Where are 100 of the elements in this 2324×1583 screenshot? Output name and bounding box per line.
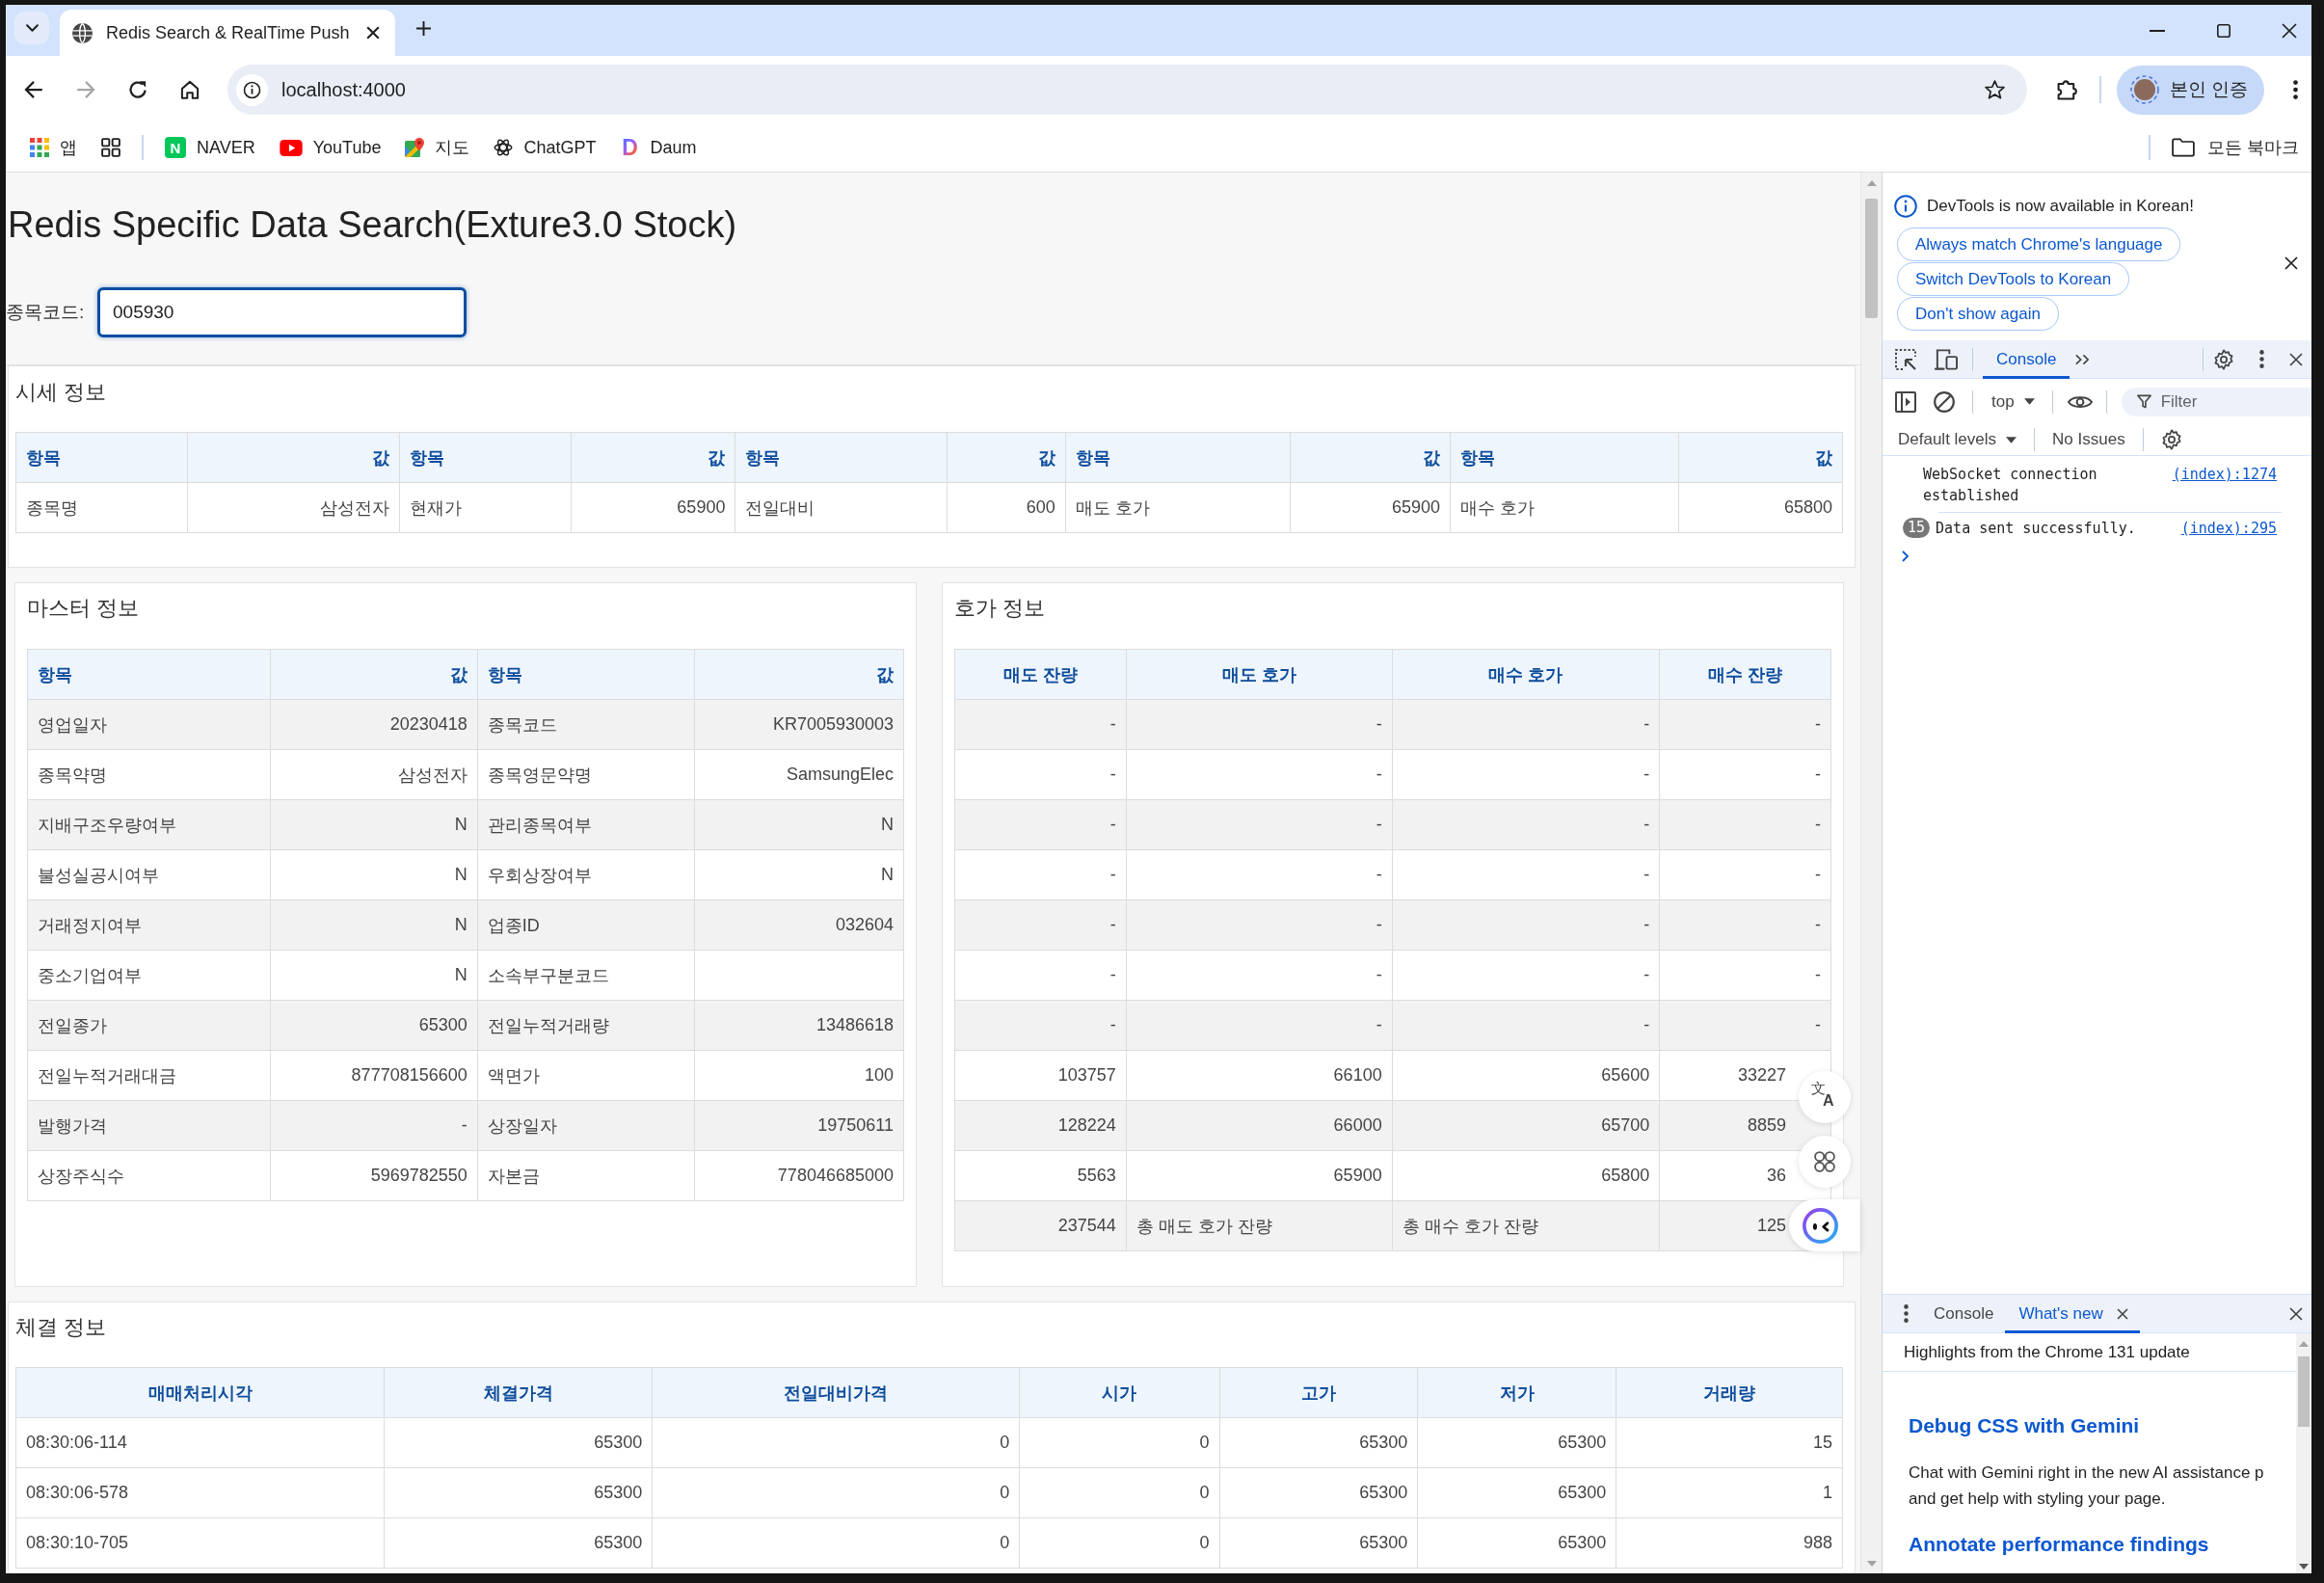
column-header: 항목 [27, 649, 271, 700]
scrollbar[interactable] [2296, 1333, 2311, 1573]
sidebar-toggle-icon[interactable] [1895, 390, 1916, 413]
mascot-face-icon [1803, 1207, 1838, 1244]
home-icon[interactable] [180, 80, 200, 99]
table-cell: - [954, 1000, 1127, 1051]
tab-search-button[interactable] [14, 11, 49, 44]
table-cell: - [1392, 950, 1660, 1001]
table-cell: 65900 [571, 482, 735, 533]
column-header: 매수 호가 [1392, 649, 1660, 700]
column-header: 매도 잔량 [954, 649, 1127, 700]
table-cell: 종목코드 [477, 699, 695, 750]
bookmark[interactable]: ChatGPT [494, 137, 597, 158]
table-cell: 매수 호가 [1450, 482, 1679, 533]
bookmark[interactable]: D Daum [620, 137, 697, 158]
settings-icon[interactable] [2160, 429, 2182, 450]
table-cell: 전일대비 [735, 482, 948, 533]
settings-icon[interactable] [2213, 348, 2234, 370]
chevron-right-icon[interactable] [1902, 550, 1909, 562]
table-cell: N [694, 849, 904, 900]
table-cell: - [954, 799, 1127, 850]
scrollbar[interactable] [1860, 173, 1882, 1573]
bookmark-folder[interactable]: 모든 북마크 [2172, 136, 2299, 159]
maximize-icon[interactable] [2217, 23, 2231, 38]
inspect-element-icon[interactable] [1895, 348, 1916, 370]
table-cell: 65300 [1219, 1517, 1418, 1569]
close-icon[interactable] [366, 26, 380, 40]
bookmark[interactable]: 앱 [30, 136, 77, 159]
more-icon[interactable] [2259, 350, 2264, 368]
table-cell: - [1392, 1000, 1660, 1051]
puzzle-piece-icon[interactable] [2055, 78, 2078, 101]
column-header: 고가 [1219, 1367, 1418, 1418]
table-cell: 5969782550 [270, 1150, 478, 1201]
close-icon[interactable] [2289, 1306, 2303, 1321]
table-cell: 종목약명 [27, 749, 271, 800]
browser-tab[interactable]: Redis Search & RealTime Push [60, 10, 395, 56]
column-header: 체결가격 [384, 1367, 653, 1418]
plus-icon[interactable] [416, 21, 431, 36]
device-toolbar-icon[interactable] [1934, 348, 1958, 370]
minimize-icon[interactable] [2150, 29, 2165, 32]
address-bar[interactable]: localhost:4000 [227, 65, 2027, 115]
table-cell: - [1392, 799, 1660, 850]
site-info-icon[interactable] [236, 73, 268, 106]
article-title[interactable]: Debug CSS with Gemini [1909, 1412, 2296, 1439]
drawer-tab[interactable]: Console [1920, 1294, 2006, 1333]
table-cell: - [1659, 1000, 1831, 1051]
scrollbar-thumb[interactable] [1865, 199, 1878, 318]
table-cell: 업종ID [477, 899, 695, 951]
bookmark[interactable]: N NAVER [165, 137, 255, 158]
drawer-tab[interactable]: What's new [2005, 1294, 2140, 1333]
levels-dropdown[interactable]: Default levels [1898, 430, 2017, 449]
back-arrow-icon[interactable] [24, 80, 43, 99]
table-cell: 13486618 [694, 1000, 904, 1051]
table-cell: 65600 [1392, 1050, 1660, 1101]
context-dropdown[interactable]: top [1991, 391, 2035, 412]
scrollbar-thumb[interactable] [2298, 1356, 2310, 1427]
table-cell: 5563 [954, 1150, 1127, 1201]
double-chevron-icon[interactable] [2075, 353, 2091, 365]
section-title: 호가 정보 [954, 595, 1047, 622]
table-cell: 600 [947, 482, 1066, 533]
table-cell: 08:30:06-578 [15, 1467, 385, 1518]
filter-field[interactable]: Filter [2121, 387, 2311, 416]
assistant-tab[interactable] [1789, 1199, 1860, 1251]
table-cell: 103757 [954, 1050, 1127, 1101]
column-header: 값 [1290, 432, 1451, 483]
close-icon[interactable] [2116, 1307, 2128, 1320]
four-squares-icon[interactable] [101, 138, 120, 157]
column-header: 값 [571, 432, 735, 483]
profile-button[interactable]: 본인 인증 [2117, 65, 2265, 115]
table-cell: 778046685000 [694, 1150, 904, 1201]
column-header: 항목 [1450, 432, 1679, 483]
eye-icon[interactable] [2067, 393, 2093, 410]
bookmark[interactable]: YouTube [279, 137, 382, 158]
clear-console-icon[interactable] [1934, 390, 1955, 413]
close-icon[interactable] [2289, 352, 2303, 366]
panel-tab[interactable]: Console [1983, 339, 2070, 379]
more-icon[interactable] [2293, 80, 2299, 99]
table-cell: - [1126, 799, 1393, 850]
reload-icon[interactable] [128, 80, 147, 99]
table-cell: 08:30:06-114 [15, 1417, 385, 1468]
source-link[interactable]: (index):1274 [2172, 464, 2277, 485]
close-icon[interactable] [2282, 22, 2297, 39]
table-cell: 100 [694, 1050, 904, 1101]
caret-icon [2006, 436, 2017, 443]
source-link[interactable]: (index):295 [2180, 518, 2277, 539]
article-title[interactable]: Annotate performance findings [1909, 1531, 2296, 1558]
column-header: 값 [947, 432, 1066, 483]
table-cell: 66000 [1126, 1100, 1393, 1151]
close-icon[interactable] [2284, 256, 2298, 270]
scroll-down-arrow-icon[interactable] [2299, 1564, 2309, 1570]
play-button-icon [279, 139, 303, 156]
table-cell: 상장일자 [477, 1100, 695, 1151]
star-icon[interactable] [1985, 80, 2005, 99]
bookmark[interactable]: 지도 [405, 136, 470, 159]
table-cell: 총 매도 호가 잔량 [1126, 1200, 1393, 1251]
table-cell: 영업일자 [27, 699, 271, 750]
table-cell: - [1659, 849, 1831, 900]
stock-code-field[interactable]: 005930 [97, 287, 467, 337]
more-icon[interactable] [1904, 1304, 1909, 1323]
table-cell: 0 [652, 1517, 1020, 1569]
